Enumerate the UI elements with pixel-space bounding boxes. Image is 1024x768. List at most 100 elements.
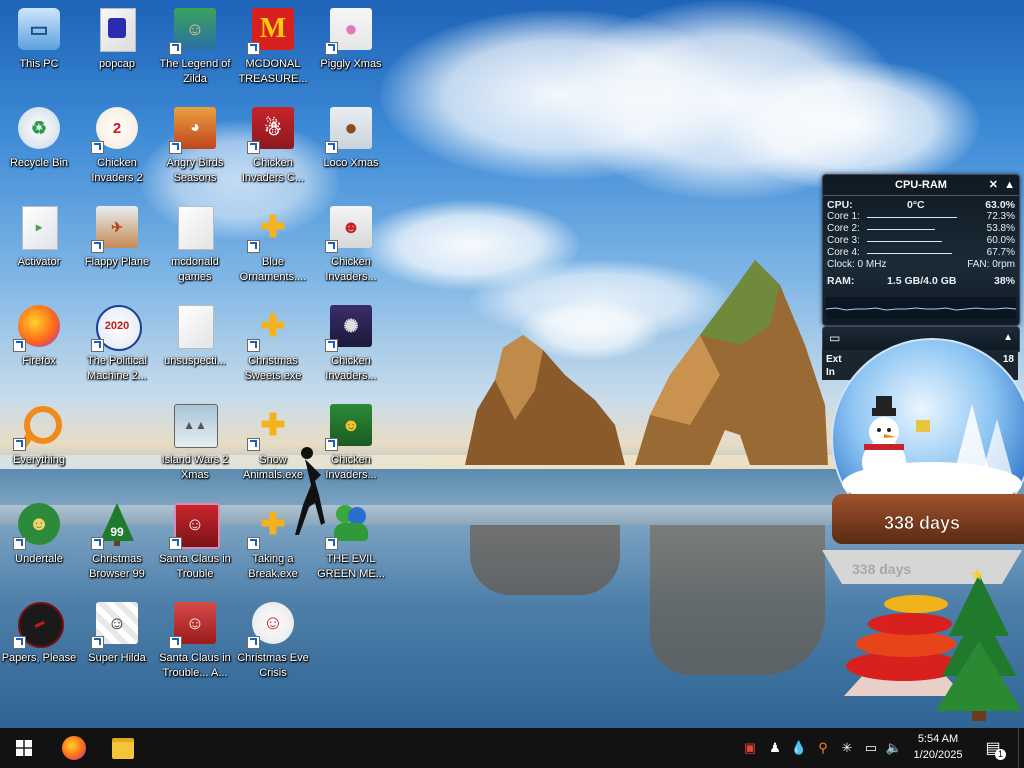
chicken-icon: ✺ <box>325 303 374 352</box>
desktop-icon-recycle-bin[interactable]: ♻ Recycle Bin <box>0 101 78 193</box>
tray-snowflake-icon[interactable]: ✳ <box>838 739 856 757</box>
recycle-bin-icon: ♻ <box>16 105 62 151</box>
desktop-icon-everything[interactable]: Everything <box>0 398 78 490</box>
desktop-icon-political-machine[interactable]: 2020 The Political Machine 2... <box>78 299 156 391</box>
clock-row: Clock: 0 MHz FAN: 0rpm <box>827 259 1015 270</box>
desktop-icon-chicken-invaders-a[interactable]: ☻ Chicken Invaders... <box>312 200 390 292</box>
desktop-icon-angry-birds[interactable]: ◕ Angry Birds Seasons <box>156 101 234 193</box>
icon-label: Angry Birds Seasons <box>166 157 224 184</box>
icon-label: Christmas Browser 99 <box>89 553 145 580</box>
chicken-icon: 2 <box>91 105 140 154</box>
core-bar <box>867 241 942 242</box>
wrench-icon[interactable]: ✕ <box>989 179 998 191</box>
desktop-icon-legend-of-zilda[interactable]: ☺ The Legend of Zilda <box>156 2 234 94</box>
icon-label: Activator <box>17 256 61 268</box>
desktop-icon-chicken-invaders-c[interactable]: ☃ Chicken Invaders C... <box>234 101 312 193</box>
tray-drop-icon[interactable]: 💧 <box>790 739 808 757</box>
icon-label: Chicken Invaders 2 <box>91 157 143 184</box>
desktop-icon-christmas-sweets[interactable]: ✚ Christmas Sweets.exe <box>234 299 312 391</box>
desktop-icon-super-hilda[interactable]: ☺ Super Hilda <box>78 596 156 688</box>
tray-user-icon[interactable]: ♟ <box>766 739 784 757</box>
desktop-icon-taking-a-break[interactable]: ✚ Taking a Break.exe <box>234 497 312 589</box>
desktop-icon-snow-animals[interactable]: ✚ Snow Animals.exe <box>234 398 312 490</box>
desktop-icon-this-pc[interactable]: ▭ This PC <box>0 2 78 94</box>
gadget-tools[interactable]: ✕ ▲ <box>989 175 1015 195</box>
christmas-decorations: ★ <box>844 566 1022 721</box>
cpu-percent: 63.0% <box>985 199 1015 211</box>
desktop-icon-chicken-invaders-d[interactable]: ☻ Chicken Invaders... <box>312 398 390 490</box>
desktop-icon-santa-claus-trouble[interactable]: ☺ Santa Claus in Trouble <box>156 497 234 589</box>
undertale-icon: ☻ <box>13 501 62 550</box>
core-row: Core 1: 72.3% <box>827 211 1015 222</box>
icon-label: Blue Ornaments.... <box>239 256 307 283</box>
ram-used: 1.5 GB/4.0 GB <box>887 275 957 287</box>
icon-label: mcdonald games <box>171 256 219 283</box>
snow-globe-gadget[interactable]: 338 days 338 days <box>822 334 1024 594</box>
network-icon[interactable]: ▭ <box>862 739 880 757</box>
santa-icon: ☺ <box>247 600 296 649</box>
desktop-icon-mcdonald-games[interactable]: mcdonald games <box>156 200 234 292</box>
tray-search-icon[interactable]: ⚲ <box>814 739 832 757</box>
angry-birds-icon: ◕ <box>169 105 218 154</box>
desktop-icon-piggly-xmas[interactable]: ● Piggly Xmas <box>312 2 390 94</box>
firefox-icon <box>62 736 86 760</box>
desktop-icon-christmas-browser[interactable]: 99 Christmas Browser 99 <box>78 497 156 589</box>
icon-label: Christmas Eve Crisis <box>237 652 309 679</box>
desktop-icon-firefox[interactable]: Firefox <box>0 299 78 391</box>
desktop-icon-island-wars[interactable]: ▲▲ Island Wars 2 Xmas <box>156 398 234 490</box>
core-row: Core 3: 60.0% <box>827 235 1015 246</box>
desktop-icon-loco-xmas[interactable]: ● Loco Xmas <box>312 101 390 193</box>
icon-label: This PC <box>19 58 59 70</box>
desktop-icon-flappy-plane[interactable]: ✈ Flappy Plane <box>78 200 156 292</box>
cpu-ram-gadget[interactable]: CPU-RAM ✕ ▲ CPU: 0°C 63.0% Core 1: 72.3%… <box>822 174 1020 326</box>
gadget-title: CPU-RAM ✕ ▲ <box>823 175 1019 196</box>
start-button[interactable] <box>0 728 48 768</box>
tray-app-icon[interactable]: ▣ <box>741 739 759 757</box>
file-icon: ▸ <box>16 204 62 250</box>
desktop-icon-papers-please[interactable]: ▬ Papers, Please <box>0 596 78 688</box>
icon-label: Santa Claus in Trouble <box>159 553 231 580</box>
exe-puzzle-icon: ✚ <box>247 501 296 550</box>
computer-icon: ▭ <box>16 6 62 52</box>
desktop-icon-chicken-invaders-2[interactable]: 2 Chicken Invaders 2 <box>78 101 156 193</box>
svg-text:★: ★ <box>970 566 984 584</box>
icon-label: THE EVIL GREEN ME... <box>317 553 385 580</box>
taskbar-clock[interactable]: 5:54 AM 1/20/2025 <box>906 731 970 763</box>
icon-label: Piggly Xmas <box>320 58 382 70</box>
show-desktop-button[interactable] <box>1018 728 1024 768</box>
zilda-icon: ☺ <box>169 6 218 55</box>
collapse-icon[interactable]: ▲ <box>1004 179 1015 191</box>
desktop-icon-activator[interactable]: ▸ Activator <box>0 200 78 292</box>
folder-icon <box>94 6 140 52</box>
rock-small <box>465 335 625 465</box>
cpu-row: CPU: 0°C 63.0% <box>827 199 1015 211</box>
desktop-icon-popcap[interactable]: popcap <box>78 2 156 94</box>
icon-label: Firefox <box>22 355 56 367</box>
desktop-icon-blue-ornaments[interactable]: ✚ Blue Ornaments.... <box>234 200 312 292</box>
desktop-icon-santa-claus-trouble-a[interactable]: ☺ Santa Claus in Trouble... A... <box>156 596 234 688</box>
taskbar-firefox[interactable] <box>50 728 98 768</box>
core-row: Core 2: 53.8% <box>827 223 1015 234</box>
icon-label: Christmas Sweets.exe <box>244 355 302 382</box>
snowman-game-icon: ☃ <box>247 105 296 154</box>
notification-center-icon[interactable]: ▤ 1 <box>982 739 1006 760</box>
icon-label: The Legend of Zilda <box>159 58 231 85</box>
icon-label: Recycle Bin <box>9 157 69 169</box>
icon-label: The Political Machine 2... <box>87 355 147 382</box>
icon-label: Island Wars 2 Xmas <box>161 454 229 481</box>
island-wars-icon: ▲▲ <box>172 402 218 448</box>
desktop-icon-unsuspecti[interactable]: unsuspecti... <box>156 299 234 391</box>
icon-label: Taking a Break.exe <box>248 553 298 580</box>
exe-puzzle-icon: ✚ <box>247 402 296 451</box>
exe-puzzle-icon: ✚ <box>247 303 296 352</box>
icon-label: Papers, Please <box>1 652 77 664</box>
desktop-icon-undertale[interactable]: ☻ Undertale <box>0 497 78 589</box>
desktop-icon-chicken-invaders-b[interactable]: ✺ Chicken Invaders... <box>312 299 390 391</box>
volume-icon[interactable]: 🔈 <box>885 739 903 757</box>
icon-label: Santa Claus in Trouble... A... <box>159 652 231 679</box>
core-bar <box>867 229 935 230</box>
desktop-icon-christmas-eve-crisis[interactable]: ☺ Christmas Eve Crisis <box>234 596 312 688</box>
desktop-icon-evil-green-me[interactable]: THE EVIL GREEN ME... <box>312 497 390 589</box>
taskbar-file-explorer[interactable] <box>99 728 147 768</box>
desktop-icon-mcdonal-treasure[interactable]: M MCDONAL TREASURE... <box>234 2 312 94</box>
